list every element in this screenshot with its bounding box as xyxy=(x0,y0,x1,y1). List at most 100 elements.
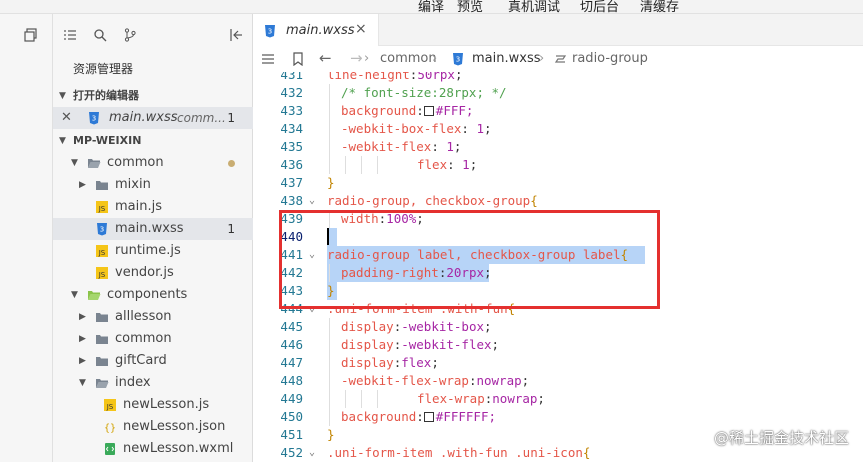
line-number: 451 xyxy=(280,427,303,442)
code-line[interactable]: 438 ⌄ radio-group, checkbox-group{ xyxy=(253,192,863,210)
breadcrumb-item-file[interactable]: main.wxss xyxy=(472,51,541,66)
arrow-right-icon[interactable]: → xyxy=(350,49,363,67)
color-swatch[interactable] xyxy=(423,106,434,116)
tab-label: main.wxss xyxy=(286,23,355,38)
source-control-icon[interactable] xyxy=(123,28,137,42)
tree-item-label: main.wxss xyxy=(115,221,184,236)
breadcrumb-item-selector[interactable]: radio-group xyxy=(572,51,648,66)
tree-item-common[interactable]: ▶ common xyxy=(53,328,253,350)
line-number: 431 xyxy=(280,72,303,82)
tree-item-label: giftCard xyxy=(115,353,167,368)
code-line[interactable]: 445 display:-webkit-box; xyxy=(253,318,863,336)
code-text: display:flex; xyxy=(341,355,439,370)
chevron-down-icon: ▼ xyxy=(71,290,78,300)
css-file-icon: 3 xyxy=(453,53,463,66)
folder-icon xyxy=(96,357,108,366)
arrow-left-icon[interactable]: ← xyxy=(319,49,332,67)
code-line[interactable]: 434 -webkit-box-flex: 1; xyxy=(253,120,863,138)
indent-guide xyxy=(329,318,330,336)
bookmark-icon[interactable] xyxy=(291,52,305,66)
indent-guide xyxy=(329,120,330,138)
close-icon[interactable]: × xyxy=(355,21,367,37)
folder-icon xyxy=(88,159,101,168)
chevron-down-icon: ▼ xyxy=(71,158,78,168)
tree-item-newlesson-js[interactable]: JS newLesson.js xyxy=(53,394,253,416)
chevron-right-icon: › xyxy=(539,51,545,66)
tree-item-vendor-js[interactable]: JS vendor.js xyxy=(53,262,253,284)
line-number: 447 xyxy=(280,355,303,370)
code-line[interactable]: 437} xyxy=(253,174,863,192)
code-text: .uni-form-item .with-fun .uni-icon{ xyxy=(327,445,591,460)
fold-chevron-icon[interactable]: ⌄ xyxy=(309,192,315,210)
chevron-right-icon: › xyxy=(364,51,370,66)
search-icon[interactable] xyxy=(93,28,107,42)
tree-item-runtime-js[interactable]: JS runtime.js xyxy=(53,240,253,262)
code-line[interactable]: 436 flex: 1; xyxy=(253,156,863,174)
indent-guide xyxy=(329,390,330,408)
line-number: 446 xyxy=(280,337,303,352)
selector-icon xyxy=(554,55,567,63)
tree-item-common[interactable]: ▼ common xyxy=(53,152,253,174)
tree-item-label: runtime.js xyxy=(115,243,181,258)
tree-item-newlesson-json[interactable]: {} newLesson.json xyxy=(53,416,253,438)
code-line[interactable]: 450 background: #FFFFFF; xyxy=(253,408,863,426)
code-line[interactable]: 448 -webkit-flex-wrap:nowrap; xyxy=(253,372,863,390)
menu-remote-debug[interactable]: 真机调试 xyxy=(508,0,560,13)
line-number: 433 xyxy=(280,103,303,118)
color-swatch[interactable] xyxy=(423,412,434,422)
chevron-right-icon: ▶ xyxy=(79,356,86,366)
copy-icon[interactable] xyxy=(24,28,38,42)
tab-bar: 3 main.wxss × xyxy=(253,14,863,47)
menu-background[interactable]: 切后台 xyxy=(580,0,619,13)
open-editor-item[interactable]: ✕ 3 main.wxss comm... 1 xyxy=(53,107,253,129)
menu-clear-cache[interactable]: 清缓存 xyxy=(640,0,679,13)
wxml-file-icon xyxy=(105,443,115,455)
svg-text:JS: JS xyxy=(98,271,106,279)
code-line[interactable]: 435 -webkit-flex: 1; xyxy=(253,138,863,156)
open-editors-section[interactable]: ▼ 打开的编辑器 xyxy=(53,85,253,107)
indent-guide xyxy=(329,138,330,156)
tree-item-components[interactable]: ▼ components xyxy=(53,284,253,306)
code-line[interactable]: 433 background: #FFF; xyxy=(253,102,863,120)
json-file-icon: {} xyxy=(104,423,116,434)
tree-item-mixin[interactable]: ▶ mixin xyxy=(53,174,253,196)
code-text: line-height:50rpx; xyxy=(327,72,463,82)
indent-guide xyxy=(361,390,362,408)
tab-main-wxss[interactable]: 3 main.wxss × xyxy=(253,14,379,47)
css-file-icon: 3 xyxy=(89,112,99,125)
menu-preview[interactable]: 预览 xyxy=(457,0,483,13)
code-line[interactable]: 446 display:-webkit-flex; xyxy=(253,336,863,354)
open-editor-filename: main.wxss xyxy=(109,110,178,125)
list-icon[interactable] xyxy=(261,52,275,66)
project-section[interactable]: ▼ MP-WEIXIN xyxy=(53,130,253,152)
code-line[interactable]: 432 /* font-size:28rpx; */ xyxy=(253,84,863,102)
modified-dot xyxy=(228,160,235,167)
tree-item-main-wxss[interactable]: 3 main.wxss 1 xyxy=(53,218,253,240)
code-text: } xyxy=(327,175,335,190)
code-text: /* font-size:28rpx; */ xyxy=(341,85,507,100)
tree-item-index[interactable]: ▼ index xyxy=(53,372,253,394)
close-icon[interactable]: ✕ xyxy=(61,107,72,129)
code-text: } xyxy=(327,427,335,442)
breadcrumb: ← → › common › 3 main.wxss › radio-group xyxy=(253,46,863,72)
chevron-right-icon: ▶ xyxy=(79,312,86,322)
tree-item-main-js[interactable]: JS main.js xyxy=(53,196,253,218)
line-number: 432 xyxy=(280,85,303,100)
indent-guide xyxy=(329,102,330,120)
code-line[interactable]: 431 line-height:50rpx; xyxy=(253,72,863,84)
code-text: radio-group, checkbox-group{ xyxy=(327,193,538,208)
code-line[interactable]: 449 flex-wrap:nowrap; xyxy=(253,390,863,408)
code-text: background: #FFFFFF; xyxy=(341,409,497,424)
tree-item-newlesson-wxml[interactable]: newLesson.wxml xyxy=(53,438,253,460)
list-icon[interactable] xyxy=(63,28,77,42)
js-file-icon: JS xyxy=(104,399,116,411)
line-number: 450 xyxy=(280,409,303,424)
tree-item-giftcard[interactable]: ▶ giftCard xyxy=(53,350,253,372)
tree-item-alllesson[interactable]: ▶ alllesson xyxy=(53,306,253,328)
chevron-right-icon: ▶ xyxy=(79,180,86,190)
code-line[interactable]: 447 display:flex; xyxy=(253,354,863,372)
menu-compile[interactable]: 编译 xyxy=(418,0,444,13)
fold-chevron-icon[interactable]: ⌄ xyxy=(309,444,315,462)
breadcrumb-item-common[interactable]: common xyxy=(380,51,437,66)
collapse-panel-icon[interactable] xyxy=(229,28,243,42)
